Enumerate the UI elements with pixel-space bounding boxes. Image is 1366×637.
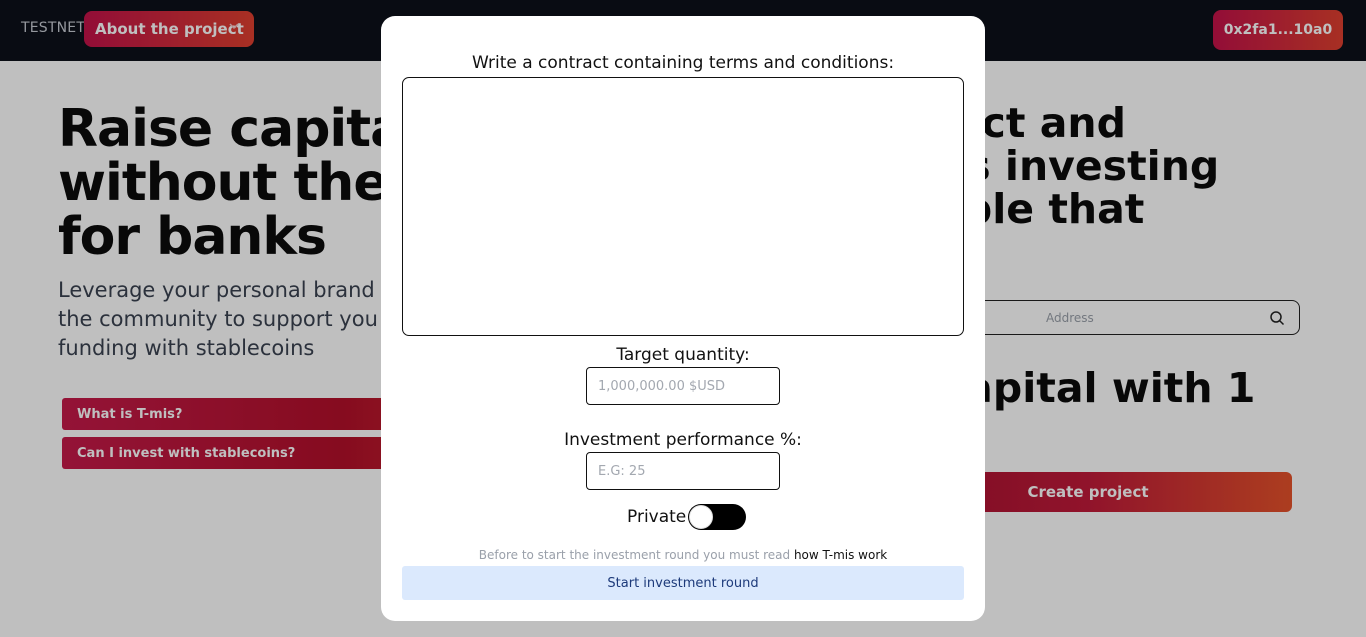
toggle-knob — [689, 505, 713, 529]
private-toggle[interactable] — [688, 504, 746, 530]
private-label: Private — [627, 507, 687, 527]
terms-note-text: Before to start the investment round you… — [478, 548, 794, 562]
contract-label: Write a contract containing terms and co… — [471, 53, 895, 73]
start-investment-round-button[interactable]: Start investment round — [402, 566, 964, 600]
how-tmis-works-link[interactable]: how T-mis work — [794, 548, 887, 562]
target-quantity-label: Target quantity: — [616, 345, 750, 365]
investment-performance-input[interactable] — [586, 452, 780, 490]
investment-performance-label: Investment performance %: — [564, 430, 802, 450]
target-quantity-input[interactable] — [586, 367, 780, 405]
contract-textarea[interactable] — [402, 77, 964, 336]
terms-note: Before to start the investment round you… — [381, 548, 985, 562]
create-investment-modal: Write a contract containing terms and co… — [381, 16, 985, 621]
